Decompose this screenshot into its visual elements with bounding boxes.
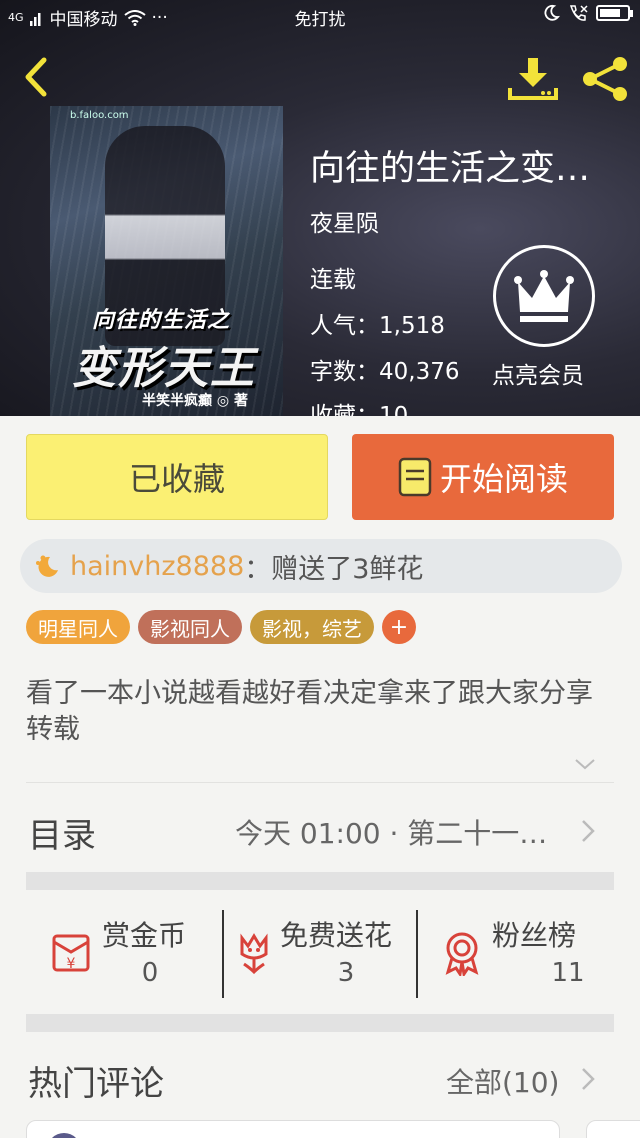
crown-icon (514, 270, 574, 322)
section-divider (26, 1014, 614, 1032)
battery-icon (596, 5, 633, 21)
stat-name: 粉丝榜 (492, 919, 577, 952)
gift-user[interactable]: hainvhz8888 (70, 551, 244, 582)
start-reading-label: 开始阅读 (439, 460, 568, 498)
vip-button[interactable] (493, 245, 595, 347)
cover-title-line2: 变形天王 (72, 343, 256, 394)
hot-comments-title: 热门评论 (28, 1064, 164, 1104)
red-envelope-icon: ¥ (52, 934, 90, 972)
download-icon[interactable] (508, 54, 558, 104)
book-popularity: 人气：1,518 (310, 306, 445, 340)
stat-name: 免费送花 (280, 919, 393, 952)
book-description: 看了一本小说越看越好看决定拿来了跟大家分享转载 (26, 678, 593, 745)
stat-fan-ranking[interactable]: 粉丝榜 11 (418, 906, 614, 998)
popularity-value: 1,518 (379, 313, 445, 339)
stat-free-flowers[interactable]: 免费送花 3 (224, 906, 416, 998)
share-icon[interactable] (580, 54, 630, 104)
moon-icon (544, 4, 560, 21)
book-collect-count: 收藏：10 (310, 396, 408, 416)
stat-value: 0 (141, 958, 159, 988)
words-label: 字数： (310, 359, 379, 385)
comment-card[interactable] (586, 1120, 640, 1138)
chevron-right-icon[interactable] (580, 1066, 596, 1092)
start-reading-button[interactable]: 开始阅读 (352, 434, 614, 520)
cover-title-line1: 向往的生活之 (92, 308, 231, 333)
vip-label[interactable]: 点亮会员 (492, 356, 584, 390)
gift-message: ：赠送了3鲜花 (244, 553, 424, 585)
words-value: 40,376 (379, 359, 460, 385)
divider (26, 782, 614, 783)
gift-bar[interactable]: hainvhz8888 ：赠送了3鲜花 (20, 539, 622, 593)
chevron-down-icon[interactable] (574, 756, 596, 772)
book-title: 向往的生活之变… (310, 149, 591, 189)
cover-publisher: b.faloo.com (70, 110, 129, 121)
comment-card[interactable] (26, 1120, 560, 1138)
book-status: 连载 (310, 267, 356, 293)
back-button[interactable] (18, 54, 54, 100)
medal-icon (445, 932, 479, 976)
toc-title[interactable]: 目录 (28, 808, 96, 857)
stat-value: 11 (551, 958, 585, 988)
collect-value: 10 (379, 403, 409, 416)
collect-label: 收藏： (310, 403, 379, 416)
book-cover[interactable]: b.faloo.com 向往的生活之 变形天王 半笑半疯癫 ◎ 著 (50, 106, 283, 416)
toc-latest-update[interactable]: 今天 01:00 · 第二十一… (235, 812, 547, 852)
tag-item[interactable]: 影视，综艺 (250, 610, 374, 644)
book-author[interactable]: 夜星陨 (310, 204, 379, 238)
avatar[interactable] (47, 1133, 81, 1138)
book-word-count: 字数：40,376 (310, 352, 459, 386)
tag-list: 明星同人 影视同人 影视，综艺 + (26, 610, 416, 644)
stat-reward-coins[interactable]: ¥ 赏金币 0 (26, 906, 222, 998)
cover-author: 半笑半疯癫 ◎ 著 (142, 393, 248, 409)
tag-item[interactable]: 明星同人 (26, 610, 130, 644)
moon-flower-icon (36, 555, 58, 577)
add-tag-button[interactable]: + (382, 610, 416, 644)
section-divider (26, 872, 614, 890)
svg-text:¥: ¥ (67, 956, 76, 972)
book-icon (398, 457, 432, 497)
silent-call-icon (569, 5, 588, 21)
stat-name: 赏金币 (102, 919, 187, 952)
flower-icon (240, 933, 268, 975)
tag-item[interactable]: 影视同人 (138, 610, 242, 644)
popularity-label: 人气： (310, 313, 379, 339)
collected-button[interactable]: 已收藏 (26, 434, 328, 520)
chevron-right-icon[interactable] (580, 818, 596, 844)
stats-row: ¥ 赏金币 0 免费送花 3 粉丝榜 11 (26, 906, 614, 998)
book-header: 4G 中国移动 ··· 免打扰 b.faloo.com 向往的生活之 变形天王 … (0, 0, 640, 416)
stat-value: 3 (337, 958, 355, 988)
all-comments-link[interactable]: 全部(10) (446, 1061, 559, 1101)
status-bar: 4G 中国移动 ··· 免打扰 (0, 0, 640, 32)
